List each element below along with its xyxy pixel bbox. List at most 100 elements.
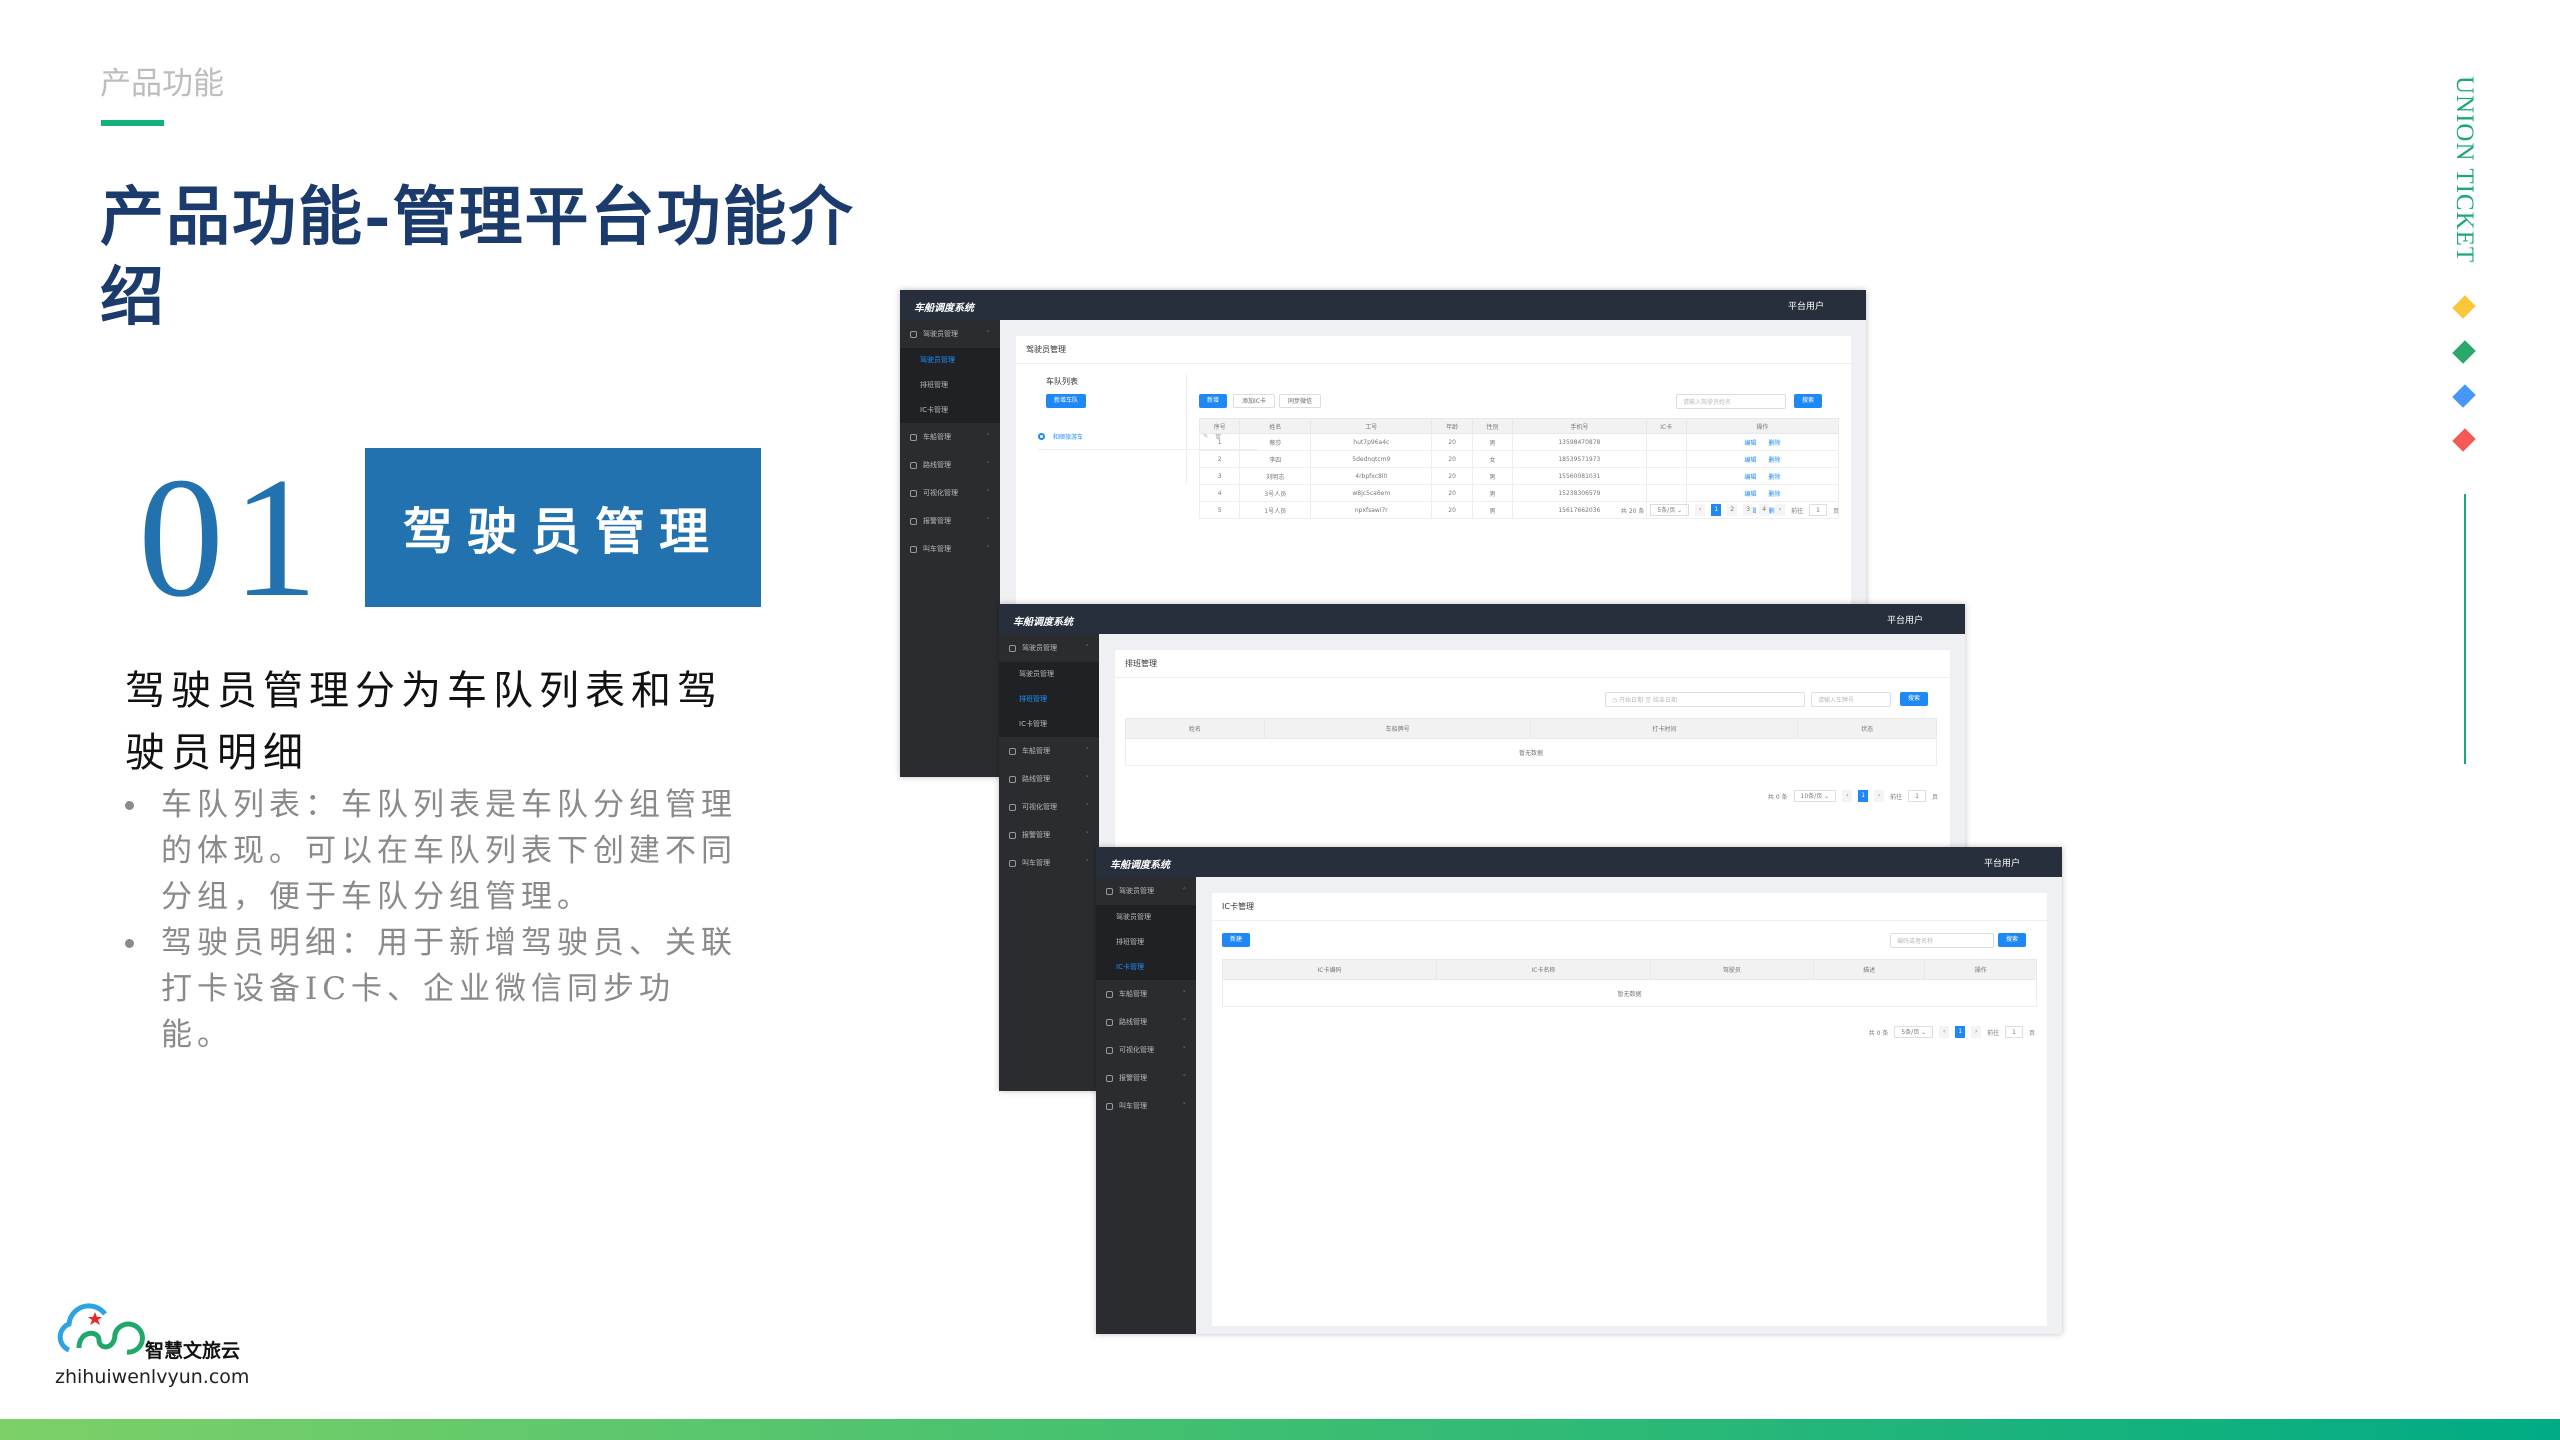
actions-cell: 编辑 删除 xyxy=(1685,484,1840,502)
sidebar-group-label: 可视化管理 xyxy=(1119,1046,1154,1054)
chevron-down-icon: ˅ xyxy=(1085,803,1090,811)
side-divider xyxy=(2464,494,2466,764)
bullet-dot-icon xyxy=(125,939,134,948)
sidebar-group[interactable]: 路线管理 ˅ xyxy=(999,765,1099,793)
sidebar-item[interactable]: IC卡管理 xyxy=(1096,955,1196,980)
sidebar-group-label: 报警管理 xyxy=(1022,831,1050,839)
add-fleet-button[interactable]: 新增车队 xyxy=(1046,394,1087,408)
table-cell xyxy=(1645,484,1687,502)
app-header: 车船调度系统 平台用户 xyxy=(1096,847,2062,877)
sidebar-group[interactable]: 可视化管理 ˅ xyxy=(1096,1036,1196,1064)
search-button[interactable]: 搜索 xyxy=(1998,933,2027,947)
sidebar-group[interactable]: 驾驶员管理 ˄ xyxy=(1096,877,1196,905)
plate-search-input[interactable]: 请输入车牌号 xyxy=(1811,692,1891,707)
page-button[interactable]: 4 xyxy=(1759,504,1770,516)
table-cell: 男 xyxy=(1471,501,1514,519)
sidebar-item[interactable]: 驾驶员管理 xyxy=(900,348,1000,373)
sidebar-item[interactable]: 排班管理 xyxy=(900,373,1000,398)
add-ic-card-button[interactable]: 添加IC卡 xyxy=(1233,394,1275,408)
next-page-button[interactable]: › xyxy=(1775,504,1786,516)
goto-page-input[interactable]: 1 xyxy=(1809,504,1827,516)
panel-divider xyxy=(1186,374,1187,484)
sidebar-group[interactable]: 叫车管理 ˅ xyxy=(900,535,1000,563)
sidebar-group[interactable]: 路线管理 ˅ xyxy=(900,451,1000,479)
app-title: 车船调度系统 xyxy=(914,303,974,314)
sidebar-item[interactable]: 驾驶员管理 xyxy=(999,662,1099,687)
sidebar-item[interactable]: IC卡管理 xyxy=(900,398,1000,423)
page-button[interactable]: 2 xyxy=(1727,504,1738,516)
prev-page-button[interactable]: ‹ xyxy=(1695,504,1706,516)
sidebar-item[interactable]: 排班管理 xyxy=(999,687,1099,712)
sidebar-group[interactable]: 可视化管理 ˅ xyxy=(999,793,1099,821)
sidebar-group[interactable]: 车船管理 ˅ xyxy=(900,423,1000,451)
user-icon xyxy=(910,330,917,338)
sidebar-group[interactable]: 车船管理 ˅ xyxy=(1096,980,1196,1008)
prev-page-button[interactable]: ‹ xyxy=(1939,1026,1950,1038)
user-menu[interactable]: 平台用户 xyxy=(1788,299,1824,312)
user-icon xyxy=(1009,644,1016,652)
page-button[interactable]: 3 xyxy=(1743,504,1754,516)
search-input[interactable]: 编码或者名称 xyxy=(1890,933,1994,948)
sidebar-group[interactable]: 可视化管理 ˅ xyxy=(900,479,1000,507)
user-menu[interactable]: 平台用户 xyxy=(1887,613,1923,626)
edit-link[interactable]: 编辑 xyxy=(1744,474,1756,481)
table-header-row: 序号 姓名 工号 年龄 性别 手机号 IC卡 操作 xyxy=(1198,418,1840,434)
sidebar-item[interactable]: 驾驶员管理 xyxy=(1096,905,1196,930)
sidebar-group[interactable]: 叫车管理 ˅ xyxy=(999,849,1099,877)
chevron-down-icon: ˅ xyxy=(986,545,991,553)
page-button[interactable]: 1 xyxy=(1711,504,1722,516)
user-menu[interactable]: 平台用户 xyxy=(1984,856,2020,869)
page-size-select[interactable]: 10条/页 ⌄ xyxy=(1793,790,1837,802)
goto-page-input[interactable]: 1 xyxy=(2005,1026,2023,1038)
delete-link[interactable]: 删除 xyxy=(1768,491,1780,498)
delete-link[interactable]: 删除 xyxy=(1768,457,1780,464)
search-button[interactable]: 搜索 xyxy=(1900,692,1929,706)
search-input[interactable]: 请输入驾驶员姓名 xyxy=(1676,394,1786,409)
sidebar-group[interactable]: 驾驶员管理 ˄ xyxy=(999,634,1099,662)
route-icon xyxy=(1106,1018,1113,1026)
sidebar-group[interactable]: 报警管理 ˅ xyxy=(1096,1064,1196,1092)
card-title: IC卡管理 xyxy=(1212,893,2047,921)
edit-link[interactable]: 编辑 xyxy=(1744,491,1756,498)
sidebar-group[interactable]: 路线管理 ˅ xyxy=(1096,1008,1196,1036)
add-button[interactable]: 新增 xyxy=(1199,394,1228,408)
empty-text: 暂无数据 xyxy=(1125,738,1937,766)
sidebar-group[interactable]: 报警管理 ˅ xyxy=(900,507,1000,535)
lead-text: 驾驶员管理分为车队列表和驾驶员明细 xyxy=(125,668,723,776)
delete-link[interactable]: 删除 xyxy=(1768,474,1780,481)
search-button[interactable]: 搜索 xyxy=(1794,394,1823,408)
delete-link[interactable]: 删除 xyxy=(1768,440,1780,447)
sidebar-group-label: 车船管理 xyxy=(1022,747,1050,755)
sidebar-group-label: 车船管理 xyxy=(1119,990,1147,998)
page-size-select[interactable]: 5条/页 ⌄ xyxy=(1894,1026,1934,1038)
goto-page-input[interactable]: 1 xyxy=(1908,790,1926,802)
new-button[interactable]: 新建 xyxy=(1222,933,1251,947)
date-range-picker[interactable]: ◷ 开始日期 至 结束日期 xyxy=(1605,692,1805,707)
table-cell: 男 xyxy=(1471,433,1514,451)
sync-wechat-button[interactable]: 同步微信 xyxy=(1279,394,1322,408)
sidebar-group-label: 驾驶员管理 xyxy=(923,330,958,338)
edit-link[interactable]: 编辑 xyxy=(1744,440,1756,447)
table-cell: 20 xyxy=(1431,433,1473,451)
logo-name: 智慧文旅云 xyxy=(145,1340,241,1362)
sidebar-item[interactable]: 排班管理 xyxy=(1096,930,1196,955)
alarm-icon xyxy=(910,517,917,525)
screenshot-ic-card-management: 车船调度系统 平台用户 驾驶员管理 ˄ 驾驶员管理 排班管理 IC卡管理 车船管理 ˅ 路线管理 ˅… xyxy=(1096,847,2062,1334)
page-button[interactable]: 1 xyxy=(1955,1026,1966,1038)
sidebar-group[interactable]: 驾驶员管理 ˄ xyxy=(900,320,1000,348)
sidebar-group[interactable]: 报警管理 ˅ xyxy=(999,821,1099,849)
edit-link[interactable]: 编辑 xyxy=(1744,457,1756,464)
sidebar-group[interactable]: 车船管理 ˅ xyxy=(999,737,1099,765)
sidebar-item[interactable]: IC卡管理 xyxy=(999,712,1099,737)
page-button[interactable]: 1 xyxy=(1858,790,1869,802)
table-cell: 20 xyxy=(1431,450,1473,468)
cloud-logo-icon xyxy=(57,1303,145,1355)
column-header: IC卡 xyxy=(1645,418,1687,434)
table-cell: 20 xyxy=(1431,501,1473,519)
prev-page-button[interactable]: ‹ xyxy=(1842,790,1853,802)
next-page-button[interactable]: › xyxy=(1874,790,1885,802)
sidebar-group[interactable]: 叫车管理 ˅ xyxy=(1096,1092,1196,1120)
page-size-select[interactable]: 5条/页 ⌄ xyxy=(1650,504,1690,516)
route-icon xyxy=(1009,775,1016,783)
next-page-button[interactable]: › xyxy=(1971,1026,1982,1038)
